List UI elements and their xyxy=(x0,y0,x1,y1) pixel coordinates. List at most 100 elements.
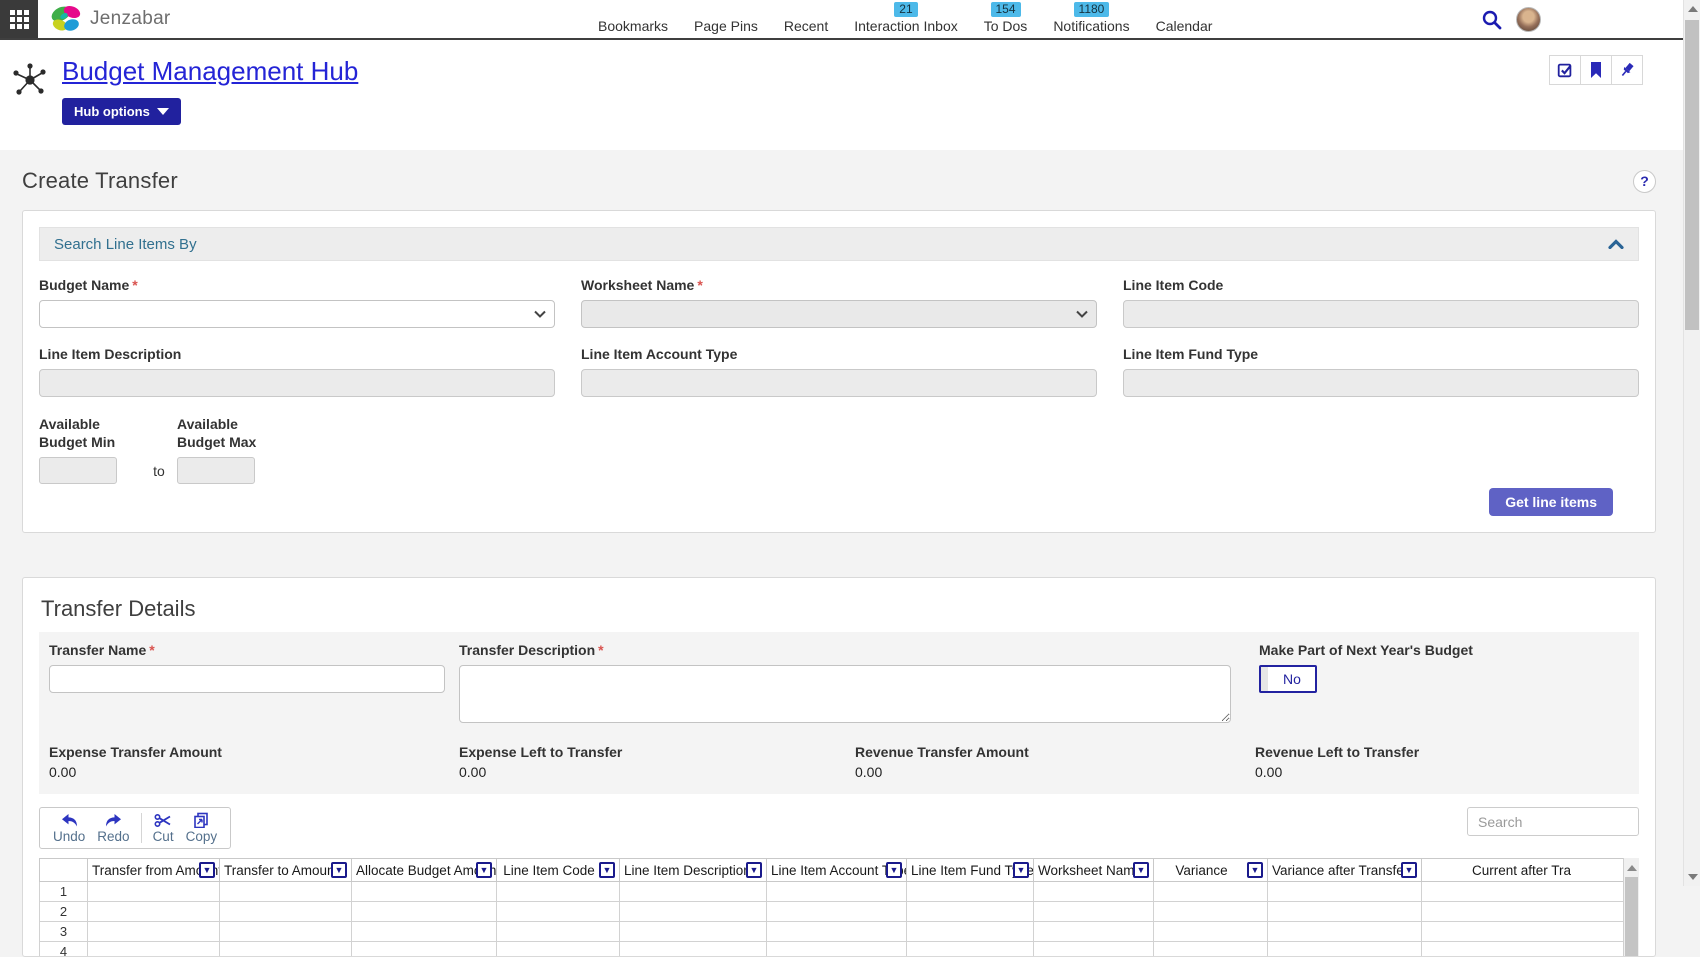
required-marker: * xyxy=(132,277,137,293)
row-number-header xyxy=(40,859,88,882)
col-line-item-account-type[interactable]: Line Item Account Type ▼ xyxy=(767,859,907,882)
revenue-left-to-transfer: Revenue Left to Transfer 0.00 xyxy=(1255,744,1629,780)
worksheet-name-select[interactable] xyxy=(581,300,1097,328)
grid-toolbar: Undo Redo xyxy=(39,807,231,849)
chevron-down-icon xyxy=(157,108,169,115)
table-row[interactable]: 3 xyxy=(40,922,1640,942)
filter-icon[interactable]: ▼ xyxy=(599,862,615,878)
scrollbar-thumb[interactable] xyxy=(1685,20,1699,330)
table-row[interactable]: 4 xyxy=(40,942,1640,957)
range-to-label: to xyxy=(141,463,177,479)
table-row[interactable]: 2 xyxy=(40,902,1640,922)
transfer-name-label: Transfer Name* xyxy=(49,642,459,658)
filter-icon[interactable]: ▼ xyxy=(1013,862,1029,878)
redo-icon xyxy=(104,813,123,828)
col-current-after-transfer[interactable]: Current after Tra xyxy=(1422,859,1640,882)
nav-item-recent[interactable]: Recent xyxy=(784,0,828,34)
scroll-down-arrow-icon[interactable] xyxy=(1688,874,1698,880)
line-item-code-input[interactable] xyxy=(1123,300,1639,328)
next-year-budget-label: Make Part of Next Year's Budget xyxy=(1259,642,1629,658)
col-allocate-budget-amount[interactable]: Allocate Budget Amount ▼ xyxy=(352,859,497,882)
col-line-item-fund-type[interactable]: Line Item Fund Type ▼ xyxy=(907,859,1034,882)
toolbar-divider xyxy=(141,813,142,843)
copy-icon xyxy=(193,812,209,828)
hub-options-button[interactable]: Hub options xyxy=(62,98,181,125)
line-item-account-type-input[interactable] xyxy=(581,369,1097,397)
filter-icon[interactable]: ▼ xyxy=(886,862,902,878)
filter-icon[interactable]: ▼ xyxy=(199,862,215,878)
get-line-items-button[interactable]: Get line items xyxy=(1489,488,1613,516)
filter-icon[interactable]: ▼ xyxy=(331,862,347,878)
collapse-panel-button[interactable] xyxy=(1608,239,1624,249)
scroll-up-arrow-icon[interactable] xyxy=(1627,865,1637,871)
redo-button[interactable]: Redo xyxy=(91,811,135,845)
nav-menu: Bookmarks Page Pins Recent 21 Interactio… xyxy=(598,0,1212,34)
nav-item-page-pins[interactable]: Page Pins xyxy=(694,0,758,34)
transfer-description-label: Transfer Description* xyxy=(459,642,1259,658)
filter-icon[interactable]: ▼ xyxy=(1247,862,1263,878)
nav-item-to-dos[interactable]: 154 To Dos xyxy=(984,0,1028,34)
available-budget-max-input[interactable] xyxy=(177,457,255,484)
nav-item-interaction-inbox[interactable]: 21 Interaction Inbox xyxy=(854,0,958,34)
col-transfer-to-amount[interactable]: Transfer to Amount ▼ xyxy=(220,859,352,882)
notifications-count-badge: 1180 xyxy=(1074,2,1110,17)
hub-header: Budget Management Hub Hub options xyxy=(0,40,1683,150)
hub-title-link[interactable]: Budget Management Hub xyxy=(62,56,358,87)
filter-icon[interactable]: ▼ xyxy=(1401,862,1417,878)
col-line-item-description[interactable]: Line Item Description ▼ xyxy=(620,859,767,882)
tasks-check-button[interactable] xyxy=(1549,55,1581,85)
scroll-up-arrow-icon[interactable] xyxy=(1688,6,1698,12)
col-transfer-from-amount[interactable]: Transfer from Amount ▼ xyxy=(88,859,220,882)
pin-button[interactable] xyxy=(1611,55,1643,85)
col-variance[interactable]: Variance ▼ xyxy=(1154,859,1268,882)
line-item-description-input[interactable] xyxy=(39,369,555,397)
line-item-fund-type-label: Line Item Fund Type xyxy=(1123,346,1639,362)
nav-item-notifications[interactable]: 1180 Notifications xyxy=(1053,0,1129,34)
transfer-details-title: Transfer Details xyxy=(41,596,1639,622)
available-budget-min-input[interactable] xyxy=(39,457,117,484)
transfer-details-card: Transfer Details Transfer Name* Transfer… xyxy=(22,577,1656,957)
undo-button[interactable]: Undo xyxy=(47,811,91,845)
chevron-up-icon xyxy=(1608,239,1624,249)
nav-item-calendar[interactable]: Calendar xyxy=(1156,0,1213,34)
search-icon[interactable] xyxy=(1481,9,1503,31)
copy-button[interactable]: Copy xyxy=(180,811,224,845)
grid-header-row: Transfer from Amount ▼ Transfer to Amoun… xyxy=(40,859,1640,882)
butterfly-logo-icon xyxy=(50,4,84,34)
page-title: Create Transfer xyxy=(22,168,178,194)
revenue-transfer-amount: Revenue Transfer Amount 0.00 xyxy=(855,744,1255,780)
available-budget-min-label: Available Budget Min xyxy=(39,415,141,451)
expense-transfer-amount: Expense Transfer Amount 0.00 xyxy=(49,744,459,780)
app-launcher-button[interactable] xyxy=(0,0,38,38)
check-square-icon xyxy=(1556,61,1574,79)
col-variance-after-transfer[interactable]: Variance after Transfer ▼ xyxy=(1268,859,1422,882)
next-year-budget-toggle[interactable]: No xyxy=(1259,665,1317,693)
table-row[interactable]: 1 xyxy=(40,882,1640,902)
grid-search-input[interactable] xyxy=(1467,807,1639,836)
filter-icon[interactable]: ▼ xyxy=(1133,862,1149,878)
row-number: 1 xyxy=(40,882,88,902)
nav-item-bookmarks[interactable]: Bookmarks xyxy=(598,0,668,34)
filter-icon[interactable]: ▼ xyxy=(746,862,762,878)
grid-scrollbar-thumb[interactable] xyxy=(1625,877,1638,957)
page-scrollbar[interactable] xyxy=(1683,0,1700,886)
expense-left-to-transfer: Expense Left to Transfer 0.00 xyxy=(459,744,855,780)
bookmark-button[interactable] xyxy=(1580,55,1612,85)
budget-name-select[interactable] xyxy=(39,300,555,328)
col-line-item-code[interactable]: Line Item Code ▼ xyxy=(497,859,620,882)
hub-network-icon xyxy=(10,60,50,100)
search-panel-header[interactable]: Search Line Items By xyxy=(39,227,1639,261)
col-worksheet-name[interactable]: Worksheet Name ▼ xyxy=(1034,859,1154,882)
help-button[interactable]: ? xyxy=(1633,170,1656,193)
user-avatar[interactable] xyxy=(1516,7,1541,32)
cut-button[interactable]: Cut xyxy=(147,811,180,845)
transfer-description-textarea[interactable] xyxy=(459,665,1231,723)
transfer-name-input[interactable] xyxy=(49,665,445,693)
required-marker: * xyxy=(598,642,603,658)
filter-icon[interactable]: ▼ xyxy=(476,862,492,878)
required-marker: * xyxy=(697,277,702,293)
brand-logo: Jenzabar xyxy=(50,4,171,34)
scissors-icon xyxy=(154,813,172,828)
line-item-fund-type-input[interactable] xyxy=(1123,369,1639,397)
grid-scrollbar[interactable] xyxy=(1623,858,1639,957)
